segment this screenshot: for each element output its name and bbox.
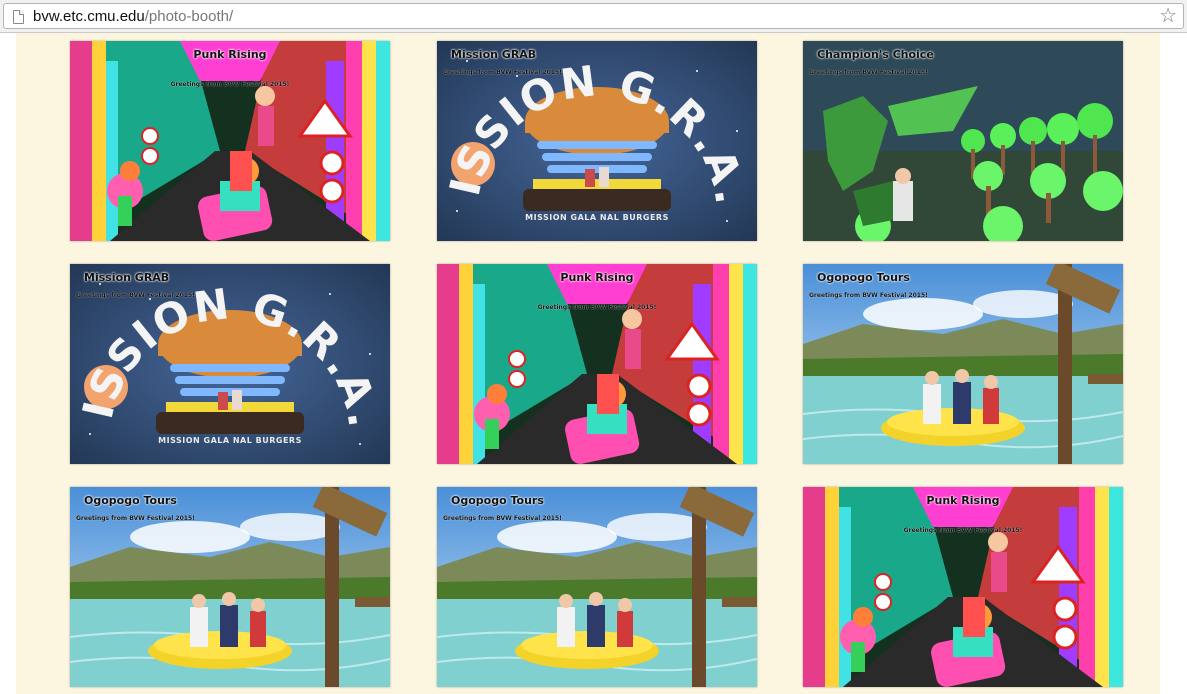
- svg-text:MISSION G.R.A.B: MISSION G.R.A.B: [70, 264, 389, 432]
- photo-title: Ogopogo Tours: [817, 271, 910, 284]
- browser-toolbar: bvw.etc.cmu.edu/photo-booth/ ☆: [0, 0, 1187, 33]
- mission-arc-text: MISSION G.R.A.B: [437, 41, 754, 209]
- photo-thumbnail[interactable]: Punk Rising Greetings from BVW Festival 2…: [70, 41, 390, 241]
- url-text[interactable]: bvw.etc.cmu.edu/photo-booth/: [33, 8, 233, 25]
- photo-thumbnail[interactable]: Punk Rising Greetings from BVW Festival 2…: [803, 487, 1123, 687]
- address-bar[interactable]: bvw.etc.cmu.edu/photo-booth/ ☆: [3, 3, 1184, 29]
- photo-thumbnail[interactable]: Ogopogo Tours Greetings from BVW Festival…: [803, 264, 1123, 464]
- photo-title: Champion's Choice: [817, 48, 934, 61]
- photo-greeting: Greetings from BVW Festival 2015!: [903, 527, 1023, 534]
- photo-thumbnail[interactable]: Punk Rising Greetings from BVW Festival 2…: [437, 264, 757, 464]
- mission-arc-title: MISSION G.R.A.B: [437, 41, 756, 209]
- photo-greeting: Greetings from BVW Festival 2015!: [76, 515, 195, 522]
- mission-subtitle: MISSION GALA NAL BURGERS: [525, 213, 669, 222]
- photo-title: Ogopogo Tours: [451, 494, 544, 507]
- url-path: /photo-booth/: [144, 8, 234, 25]
- url-host: bvw.etc.cmu.edu: [33, 8, 145, 25]
- page: Punk Rising Greetings from BVW Festival 2…: [0, 33, 1187, 694]
- punk-scene: [70, 41, 390, 241]
- punk-scene: [437, 264, 757, 464]
- mission-arc-title: MISSION G.R.A.B: [70, 264, 389, 432]
- photo-greeting: Greetings from BVW Festival 2015!: [809, 292, 928, 299]
- punk-scene: [803, 487, 1123, 687]
- photo-thumbnail[interactable]: Ogopogo Tours Greetings from BVW Festival…: [70, 487, 390, 687]
- photo-thumbnail[interactable]: Mission GRAB Greetings from BVW Festival …: [70, 264, 390, 464]
- page-icon: [13, 10, 24, 24]
- mission-arc-text: MISSION G.R.A.B: [70, 264, 387, 432]
- photo-greeting: Greetings from BVW Festival 2015!: [170, 81, 290, 88]
- photo-greeting: Greetings from BVW Festival 2015!: [537, 304, 657, 311]
- svg-text:MISSION G.R.A.B: MISSION G.R.A.B: [437, 41, 756, 209]
- photo-greeting: Greetings from BVW Festival 2015!: [809, 69, 928, 76]
- mission-subtitle: MISSION GALA NAL BURGERS: [158, 436, 302, 445]
- photo-thumbnail[interactable]: Champion's Choice Greetings from BVW Fest…: [803, 41, 1123, 241]
- star-icon[interactable]: ☆: [1159, 5, 1177, 27]
- photo-title: Ogopogo Tours: [84, 494, 177, 507]
- photo-title: Punk Rising: [926, 494, 1000, 507]
- photo-gallery: Punk Rising Greetings from BVW Festival 2…: [16, 33, 1160, 694]
- photo-greeting: Greetings from BVW Festival 2015!: [443, 515, 562, 522]
- photo-thumbnail[interactable]: Mission GRAB Greetings from BVW Festival …: [437, 41, 757, 241]
- photo-thumbnail[interactable]: Ogopogo Tours Greetings from BVW Festival…: [437, 487, 757, 687]
- photo-title: Punk Rising: [193, 48, 267, 61]
- photo-title: Punk Rising: [560, 271, 634, 284]
